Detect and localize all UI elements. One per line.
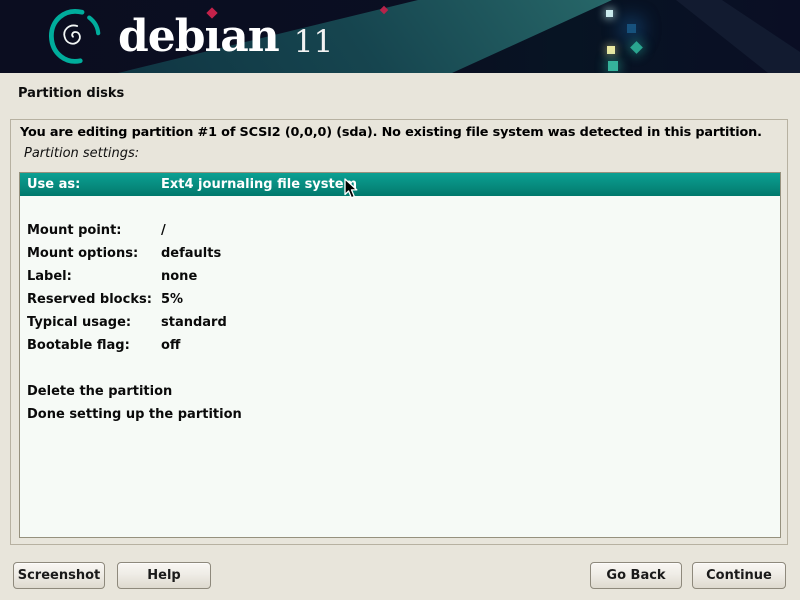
debian-banner: debıan 11	[0, 0, 800, 73]
banner-square-teal	[608, 61, 618, 71]
banner-square-white	[606, 10, 613, 17]
list-item-label: Reserved blocks:	[20, 292, 152, 307]
banner-diamond-teal	[630, 41, 643, 54]
list-item-use-as[interactable]: Use as: Ext4 journaling file system	[20, 173, 780, 196]
list-item-label-setting[interactable]: Label: none	[20, 265, 780, 288]
list-item-label: Typical usage:	[20, 315, 131, 330]
list-item-value: /	[161, 223, 166, 238]
debian-logo: debıan 11	[46, 0, 333, 73]
list-item-done-setting-up[interactable]: Done setting up the partition	[20, 403, 780, 426]
list-item-label: Mount point:	[20, 223, 121, 238]
list-item-value: defaults	[161, 246, 221, 261]
banner-square-blue	[627, 24, 636, 33]
partition-settings-list: Use as: Ext4 journaling file system Moun…	[19, 172, 781, 538]
screenshot-button[interactable]: Screenshot	[13, 562, 105, 589]
mouse-cursor	[344, 178, 360, 200]
debian-version: 11	[294, 14, 333, 60]
list-item-mount-point[interactable]: Mount point: /	[20, 219, 780, 242]
info-text: You are editing partition #1 of SCSI2 (0…	[20, 125, 762, 140]
partition-settings-label: Partition settings:	[24, 146, 139, 161]
banner-square-yellow	[607, 46, 615, 54]
continue-button[interactable]: Continue	[692, 562, 786, 589]
go-back-button[interactable]: Go Back	[590, 562, 682, 589]
list-spacer-row	[20, 357, 780, 380]
list-item-typical-usage[interactable]: Typical usage: standard	[20, 311, 780, 334]
list-item-label: Label:	[20, 269, 72, 284]
main-frame: You are editing partition #1 of SCSI2 (0…	[10, 119, 788, 545]
list-item-value: off	[161, 338, 180, 353]
list-item-label: Bootable flag:	[20, 338, 130, 353]
list-item-value: 5%	[161, 292, 183, 307]
list-item-delete-partition[interactable]: Delete the partition	[20, 380, 780, 403]
list-item-bootable-flag[interactable]: Bootable flag: off	[20, 334, 780, 357]
help-button[interactable]: Help	[117, 562, 211, 589]
page-title: Partition disks	[18, 86, 124, 101]
list-item-value: standard	[161, 315, 227, 330]
list-item-label: Delete the partition	[20, 384, 172, 399]
list-item-label: Use as:	[20, 177, 80, 192]
list-item-mount-options[interactable]: Mount options: defaults	[20, 242, 780, 265]
list-item-value: Ext4 journaling file system	[161, 177, 357, 192]
debian-wordmark: debıan	[118, 0, 279, 73]
list-item-label: Done setting up the partition	[20, 407, 242, 422]
debian-swirl-icon	[46, 8, 106, 68]
list-spacer-row	[20, 196, 780, 219]
list-item-label: Mount options:	[20, 246, 138, 261]
list-item-value: none	[161, 269, 197, 284]
list-item-reserved-blocks[interactable]: Reserved blocks: 5%	[20, 288, 780, 311]
